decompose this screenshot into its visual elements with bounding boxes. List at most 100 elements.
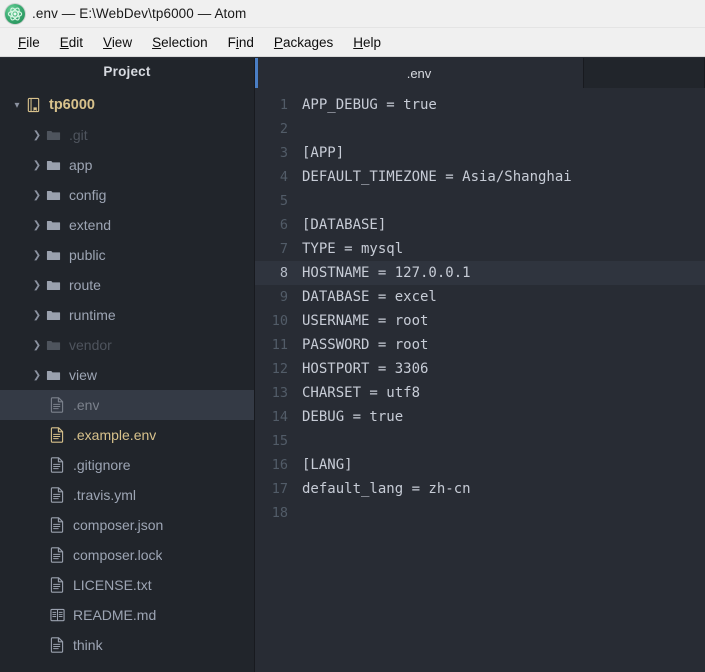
chevron-down-icon[interactable]: ▾ — [10, 100, 24, 111]
menu-accesskey-edit: E — [60, 35, 69, 50]
code-line[interactable]: 7TYPE = mysql — [255, 237, 705, 261]
line-content: USERNAME = root — [299, 313, 428, 329]
tree-file-gitignore[interactable]: .gitignore — [0, 450, 254, 480]
tree-item-label: route — [69, 277, 101, 293]
tree-folder-extend[interactable]: ❯extend — [0, 210, 254, 240]
line-number: 5 — [255, 193, 299, 209]
line-number: 7 — [255, 241, 299, 257]
menu-label-selection: election — [161, 35, 208, 50]
chevron-right-icon[interactable]: ❯ — [30, 190, 44, 201]
chevron-right-icon[interactable]: ❯ — [30, 310, 44, 321]
folder-icon — [44, 368, 62, 383]
tree-folder-git[interactable]: ❯.git — [0, 120, 254, 150]
code-line[interactable]: 14DEBUG = true — [255, 405, 705, 429]
menu-item-edit[interactable]: Edit — [50, 32, 93, 53]
code-line[interactable]: 2 — [255, 117, 705, 141]
tree-item-label: config — [69, 187, 106, 203]
file-text-icon — [48, 547, 66, 563]
tree-file-example-env[interactable]: .example.env — [0, 420, 254, 450]
tree-item-label: app — [69, 157, 92, 173]
editor-pane[interactable]: .env 1APP_DEBUG = true 2 3[APP]4DEFAULT_TI… — [255, 58, 705, 672]
code-line[interactable]: 9DATABASE = excel — [255, 285, 705, 309]
code-line[interactable]: 8HOSTNAME = 127.0.0.1 — [255, 261, 705, 285]
file-text-icon — [48, 397, 66, 413]
chevron-right-icon[interactable]: ❯ — [30, 370, 44, 381]
line-number: 10 — [255, 313, 299, 329]
tree-item-label: view — [69, 367, 97, 383]
code-line[interactable]: 15 — [255, 429, 705, 453]
chevron-right-icon[interactable]: ❯ — [30, 280, 44, 291]
tree-root-label: tp6000 — [49, 97, 95, 113]
menu-item-file[interactable]: File — [8, 32, 50, 53]
code-line[interactable]: 13CHARSET = utf8 — [255, 381, 705, 405]
tree-item-label: .travis.yml — [73, 487, 136, 503]
chevron-right-icon[interactable]: ❯ — [30, 250, 44, 261]
tree-root-tp6000[interactable]: ▾ tp6000 — [0, 90, 254, 120]
code-line[interactable]: 1APP_DEBUG = true — [255, 93, 705, 117]
tree-file-composer-json[interactable]: composer.json — [0, 510, 254, 540]
line-content: HOSTNAME = 127.0.0.1 — [299, 265, 471, 281]
menu-item-find[interactable]: Find — [218, 32, 264, 53]
code-line[interactable]: 12HOSTPORT = 3306 — [255, 357, 705, 381]
tree-file-readme-md[interactable]: README.md — [0, 600, 254, 630]
line-content: DEFAULT_TIMEZONE = Asia/Shanghai — [299, 169, 572, 185]
tree-file-composer-lock[interactable]: composer.lock — [0, 540, 254, 570]
tree-file-travis-yml[interactable]: .travis.yml — [0, 480, 254, 510]
tree-folder-runtime[interactable]: ❯ runtime — [0, 300, 254, 330]
menu-label-view: iew — [112, 35, 132, 50]
code-line[interactable]: 10USERNAME = root — [255, 309, 705, 333]
tree-item-label: .example.env — [73, 427, 156, 443]
tree-item-label: composer.json — [73, 517, 163, 533]
code-line[interactable]: 6[DATABASE] — [255, 213, 705, 237]
tree-folder-config[interactable]: ❯ config — [0, 180, 254, 210]
tree-view-sidebar[interactable]: Project ▾tp6000❯.git❯app❯config❯extend❯p… — [0, 58, 255, 672]
line-number: 15 — [255, 433, 299, 449]
tree-file-think[interactable]: think — [0, 630, 254, 660]
project-tree[interactable]: ▾tp6000❯.git❯app❯config❯extend❯public❯ro… — [0, 86, 254, 660]
text-editor[interactable]: 1APP_DEBUG = true 2 3[APP]4DEFAULT_TIMEZON… — [255, 88, 705, 672]
tab-env[interactable]: .env — [255, 58, 584, 88]
tree-folder-view[interactable]: ❯ view — [0, 360, 254, 390]
code-line[interactable]: 16[LANG] — [255, 453, 705, 477]
active-pane-indicator — [255, 58, 258, 88]
line-number: 17 — [255, 481, 299, 497]
tree-folder-vendor[interactable]: ❯vendor — [0, 330, 254, 360]
chevron-right-icon[interactable]: ❯ — [30, 160, 44, 171]
code-line[interactable]: 3[APP] — [255, 141, 705, 165]
menu-accesskey-file: F — [18, 35, 26, 50]
tree-item-label: composer.lock — [73, 547, 162, 563]
menu-label-edit: dit — [69, 35, 83, 50]
line-number: 3 — [255, 145, 299, 161]
tree-item-label: think — [73, 637, 103, 653]
tree-item-label: runtime — [69, 307, 116, 323]
menu-label-packages: ackages — [283, 35, 333, 50]
tree-folder-app[interactable]: ❯ app — [0, 150, 254, 180]
menu-item-view[interactable]: View — [93, 32, 142, 53]
tree-folder-public[interactable]: ❯public — [0, 240, 254, 270]
tree-file-env[interactable]: .env — [0, 390, 254, 420]
code-line[interactable]: 11PASSWORD = root — [255, 333, 705, 357]
line-number: 11 — [255, 337, 299, 353]
menu-accesskey-packages: P — [274, 35, 283, 50]
chevron-right-icon[interactable]: ❯ — [30, 130, 44, 141]
code-line[interactable]: 18 — [255, 501, 705, 525]
tab-bar[interactable]: .env — [255, 58, 705, 88]
tree-folder-route[interactable]: ❯ route — [0, 270, 254, 300]
line-content: DEBUG = true — [299, 409, 403, 425]
menu-item-packages[interactable]: Packages — [264, 32, 343, 53]
tree-item-label: LICENSE.txt — [73, 577, 152, 593]
tree-item-label: .env — [73, 397, 99, 413]
chevron-right-icon[interactable]: ❯ — [30, 340, 44, 351]
chevron-right-icon[interactable]: ❯ — [30, 220, 44, 231]
code-line[interactable]: 4DEFAULT_TIMEZONE = Asia/Shanghai — [255, 165, 705, 189]
menu-item-selection[interactable]: Selection — [142, 32, 218, 53]
folder-icon — [44, 248, 62, 263]
line-content: DATABASE = excel — [299, 289, 437, 305]
tab-empty[interactable] — [584, 58, 705, 88]
tree-file-license-txt[interactable]: LICENSE.txt — [0, 570, 254, 600]
menu-item-help[interactable]: Help — [343, 32, 391, 53]
code-line[interactable]: 17default_lang = zh-cn — [255, 477, 705, 501]
code-line[interactable]: 5 — [255, 189, 705, 213]
line-number: 2 — [255, 121, 299, 137]
menu-label-help: elp — [363, 35, 381, 50]
